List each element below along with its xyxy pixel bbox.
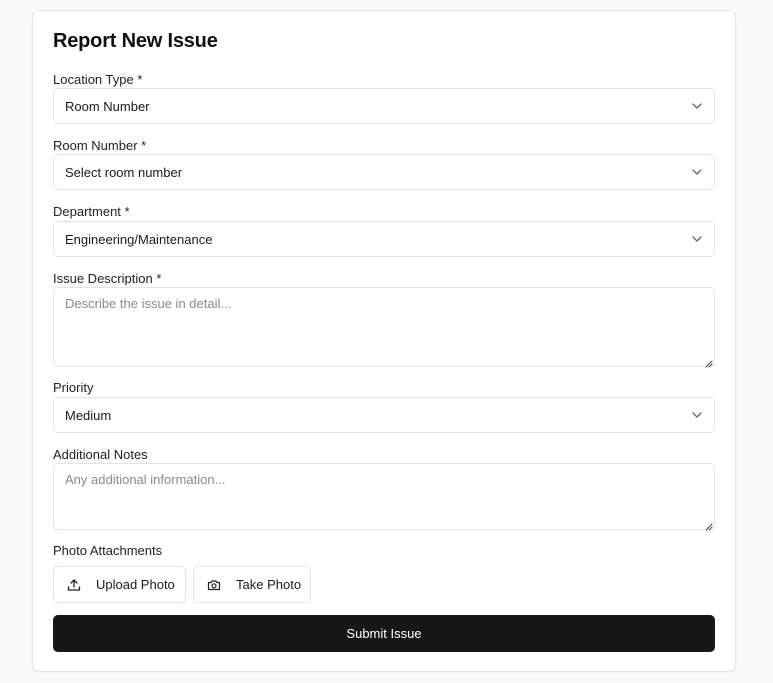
chevron-down-icon xyxy=(691,409,703,421)
department-select[interactable]: Engineering/Maintenance xyxy=(53,221,715,257)
department-label: Department * xyxy=(53,204,130,219)
photo-attachments-label: Photo Attachments xyxy=(53,543,163,558)
submit-issue-button[interactable]: Submit Issue xyxy=(53,615,715,652)
priority-value: Medium xyxy=(65,407,112,423)
upload-photo-button[interactable]: Upload Photo xyxy=(53,566,186,603)
chevron-down-icon xyxy=(691,100,703,112)
department-value: Engineering/Maintenance xyxy=(65,231,213,247)
resize-handle-icon[interactable] xyxy=(703,518,713,531)
additional-notes-input[interactable] xyxy=(53,463,715,530)
location-type-select[interactable]: Room Number xyxy=(53,88,715,124)
resize-handle-icon[interactable] xyxy=(703,355,713,368)
report-issue-card: Report New Issue Location Type * Room Nu… xyxy=(32,10,736,672)
room-number-label: Room Number * xyxy=(53,138,147,153)
location-type-label: Location Type * xyxy=(53,72,143,87)
take-photo-button[interactable]: Take Photo xyxy=(193,566,311,603)
chevron-down-icon xyxy=(691,233,703,245)
room-number-select[interactable]: Select room number xyxy=(53,154,715,190)
form-title: Report New Issue xyxy=(53,30,218,52)
issue-description-input[interactable] xyxy=(53,287,715,367)
additional-notes-label: Additional Notes xyxy=(53,447,148,462)
camera-icon xyxy=(206,577,222,593)
room-number-value: Select room number xyxy=(65,164,183,180)
submit-issue-label: Submit Issue xyxy=(346,626,422,641)
take-photo-label: Take Photo xyxy=(236,577,302,592)
chevron-down-icon xyxy=(691,166,703,178)
upload-icon xyxy=(66,577,82,593)
issue-description-label: Issue Description * xyxy=(53,271,162,286)
upload-photo-label: Upload Photo xyxy=(96,577,175,592)
location-type-value: Room Number xyxy=(65,98,150,114)
priority-select[interactable]: Medium xyxy=(53,397,715,433)
priority-label: Priority xyxy=(53,380,94,395)
